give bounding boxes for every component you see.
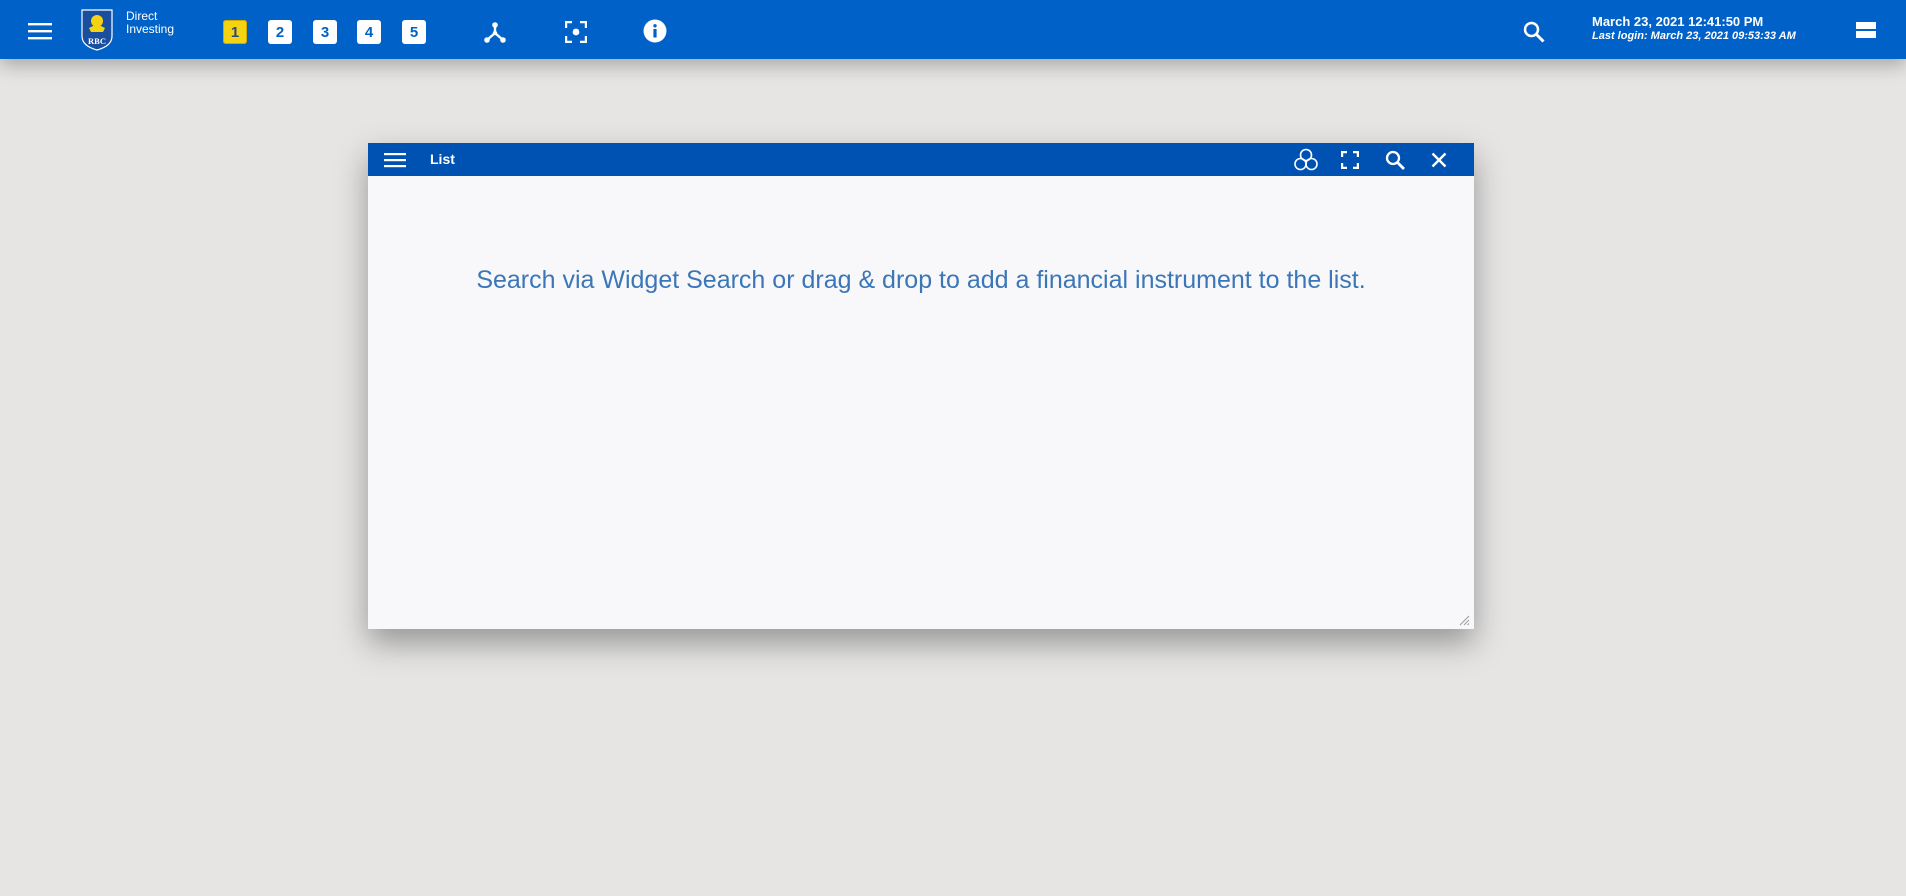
widget-title: List: [430, 151, 455, 167]
link-group-icon[interactable]: [1293, 147, 1319, 173]
brand-name: Direct Investing: [126, 10, 174, 36]
layout-toggle-icon[interactable]: [1855, 21, 1877, 39]
main-menu-icon[interactable]: [24, 17, 56, 45]
widget-menu-icon[interactable]: [383, 149, 407, 171]
resize-handle-icon[interactable]: [1458, 613, 1470, 626]
widget-search-icon[interactable]: [1383, 148, 1407, 172]
brand-line-2: Investing: [126, 22, 175, 36]
close-icon[interactable]: [1428, 149, 1450, 171]
datetime-panel: March 23, 2021 12:41:50 PM Last login: M…: [1592, 14, 1796, 43]
current-datetime: March 23, 2021 12:41:50 PM: [1592, 14, 1764, 29]
search-icon[interactable]: [1520, 18, 1548, 46]
workspace-tab-5[interactable]: 5: [402, 20, 426, 44]
last-login: Last login: March 23, 2021 09:53:33 AM: [1592, 30, 1796, 42]
network-link-icon[interactable]: [482, 20, 508, 46]
empty-list-message: Search via Widget Search or drag & drop …: [476, 266, 1366, 294]
maximize-icon[interactable]: [1339, 149, 1361, 171]
focus-target-icon[interactable]: [563, 19, 589, 45]
workspace-tab-3[interactable]: 3: [313, 20, 337, 44]
widget-header[interactable]: List: [368, 143, 1474, 176]
workspace-tab-4[interactable]: 4: [357, 20, 381, 44]
logo-text: RBC: [88, 36, 106, 46]
workspace-tab-1[interactable]: 1: [223, 20, 247, 44]
top-bar: RBC Direct Investing 1 2 3 4 5 March 23,…: [0, 0, 1906, 59]
info-icon[interactable]: [642, 18, 668, 44]
workspace-tab-2[interactable]: 2: [268, 20, 292, 44]
list-widget: List Search via Widget Search or drag & …: [368, 143, 1474, 629]
rbc-logo[interactable]: RBC: [79, 8, 115, 51]
